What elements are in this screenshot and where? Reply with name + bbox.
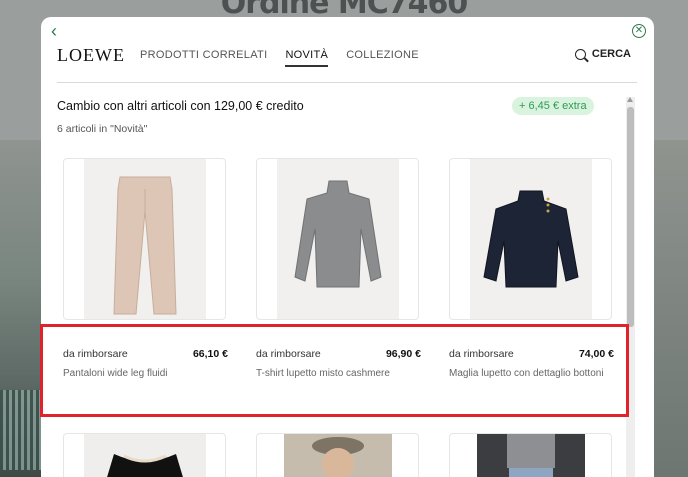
background-left-image xyxy=(0,140,42,477)
product-image[interactable] xyxy=(449,158,612,320)
beige-trousers-image xyxy=(113,176,177,315)
search-button[interactable]: CERCA xyxy=(574,48,631,60)
brand-header: LOEWE PRODOTTI CORRELATI NOVITÀ COLLEZIO… xyxy=(57,43,637,83)
highlight-box xyxy=(40,324,629,417)
product-card[interactable] xyxy=(63,433,226,477)
product-image[interactable] xyxy=(256,158,419,320)
close-icon[interactable]: ✕ xyxy=(632,24,646,38)
scroll-up-arrow-icon[interactable] xyxy=(627,97,633,102)
extra-badge: + 6,45 € extra xyxy=(512,97,594,115)
product-card[interactable]: da rimborsare 66,10 € Pantaloni wide leg… xyxy=(63,158,228,379)
background-right-image xyxy=(654,140,688,477)
tab-prodotti-correlati[interactable]: PRODOTTI CORRELATI xyxy=(140,49,267,67)
back-icon[interactable]: ‹ xyxy=(51,22,67,40)
product-image[interactable] xyxy=(63,158,226,320)
tab-novita[interactable]: NOVITÀ xyxy=(285,49,329,67)
product-card[interactable] xyxy=(256,433,419,477)
category-nav: PRODOTTI CORRELATI NOVITÀ COLLEZIONE xyxy=(140,49,419,67)
scrollbar[interactable] xyxy=(626,97,635,477)
denim-outfit-image xyxy=(477,434,585,477)
items-count: 6 articoli in "Novità" xyxy=(57,123,148,135)
tab-collezione[interactable]: COLLEZIONE xyxy=(346,49,419,67)
grey-turtleneck-image xyxy=(294,180,382,288)
navy-knit-sweater-image xyxy=(483,190,579,288)
credit-heading: Cambio con altri articoli con 129,00 € c… xyxy=(57,99,304,113)
product-card[interactable]: da rimborsare 74,00 € Maglia lupetto con… xyxy=(449,158,614,379)
search-icon xyxy=(574,48,586,60)
black-top-image xyxy=(107,454,183,477)
scroll-thumb[interactable] xyxy=(627,107,634,327)
product-card[interactable] xyxy=(449,433,612,477)
search-label: CERCA xyxy=(591,48,631,60)
brand-logo: LOEWE xyxy=(57,45,125,65)
product-card[interactable]: da rimborsare 96,90 € T-shirt lupetto mi… xyxy=(256,158,421,379)
person-in-cap-image xyxy=(284,434,392,477)
